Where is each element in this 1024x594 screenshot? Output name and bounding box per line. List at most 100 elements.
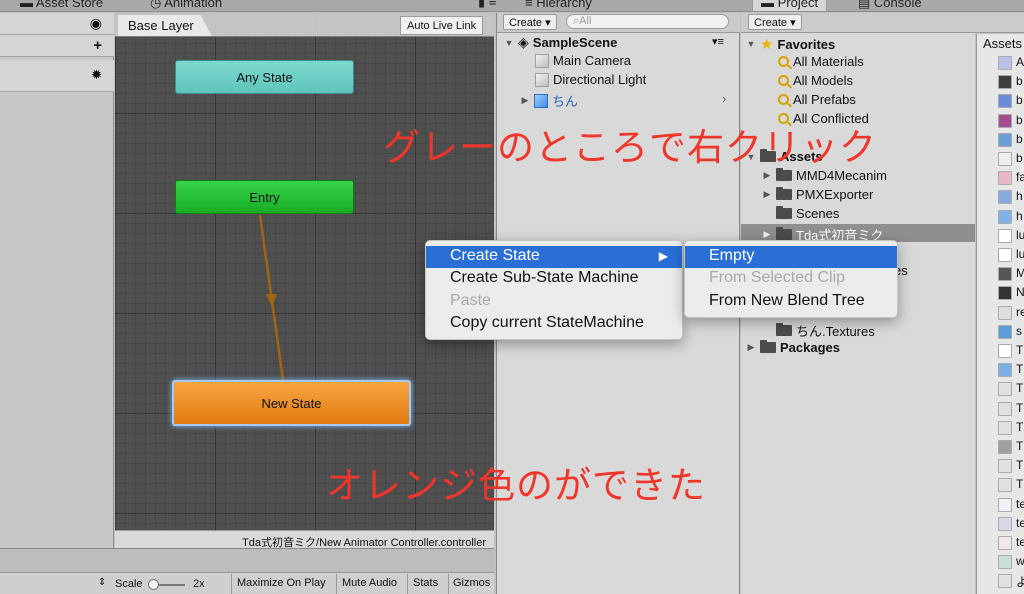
- chevron-right-icon[interactable]: ›: [722, 91, 726, 106]
- menu-copy-state-machine[interactable]: Copy current StateMachine: [426, 313, 682, 335]
- asset-thumbnail-icon[interactable]: [998, 420, 1012, 435]
- packages-label: Packages: [780, 340, 840, 355]
- scene-options-icon[interactable]: ▾≡: [712, 35, 724, 48]
- asset-thumbnail-icon[interactable]: [998, 363, 1012, 378]
- asset-thumbnail-icon[interactable]: [998, 497, 1012, 512]
- menu-create-sub-state-machine[interactable]: Create Sub-State Machine: [426, 268, 682, 290]
- expand-arrow-icon[interactable]: ▶: [762, 189, 772, 200]
- tab-asset-store[interactable]: ▬ Asset Store: [20, 0, 103, 11]
- hierarchy-search-input[interactable]: ⌕All: [566, 14, 729, 29]
- folder-scenes[interactable]: Scenes: [776, 206, 839, 221]
- asset-thumbnail-icon[interactable]: [998, 382, 1012, 397]
- folder-pmxexporter[interactable]: ▶ PMXExporter: [762, 187, 873, 202]
- asset-thumbnail-icon[interactable]: [998, 228, 1012, 243]
- gear-icon[interactable]: ✹: [91, 67, 102, 83]
- asset-thumbnail-icon[interactable]: [998, 516, 1012, 531]
- asset-thumbnail-icon[interactable]: [998, 248, 1012, 262]
- asset-thumbnail-icon[interactable]: [998, 267, 1012, 282]
- stats-button[interactable]: Stats: [407, 574, 447, 594]
- hierarchy-item-main-camera[interactable]: Main Camera: [535, 53, 631, 68]
- favorite-all-materials[interactable]: All Materials: [778, 54, 864, 69]
- gizmos-button[interactable]: Gizmos: [448, 574, 494, 594]
- asset-thumbnail-icon[interactable]: [998, 209, 1012, 224]
- submenu-empty[interactable]: Empty: [685, 246, 897, 268]
- expand-arrow-icon[interactable]: ▶: [746, 342, 756, 353]
- maximize-on-play-button[interactable]: Maximize On Play: [231, 574, 335, 594]
- state-entry[interactable]: Entry: [175, 180, 354, 214]
- submenu-from-selected-clip: From Selected Clip: [709, 269, 846, 286]
- top-tab-strip: ▬ Asset Store ◷ Animation ≡ Hierarchy ▬ …: [0, 0, 1024, 12]
- asset-thumbnail-icon[interactable]: [998, 440, 1012, 454]
- tab-animation[interactable]: ◷ Animation: [150, 0, 222, 11]
- state-any-state[interactable]: Any State: [175, 60, 354, 94]
- favorite-label: All Models: [793, 73, 853, 88]
- gameobject-icon: [535, 53, 549, 68]
- gameobject-icon: [535, 72, 549, 87]
- asset-item-label: fa: [1016, 170, 1024, 185]
- folder-chin-textures[interactable]: ちん.Textures: [776, 321, 875, 340]
- favorites-row[interactable]: ▼ ★ Favorites: [746, 35, 836, 53]
- scale-slider-thumb[interactable]: [148, 579, 159, 590]
- asset-item-label: T: [1016, 477, 1024, 492]
- asset-thumbnail-icon[interactable]: [998, 94, 1012, 109]
- expand-arrow-icon[interactable]: ▶: [520, 95, 530, 106]
- submenu-from-new-blend-tree[interactable]: From New Blend Tree: [685, 291, 897, 313]
- asset-thumbnail-icon[interactable]: [998, 56, 1012, 70]
- menu-paste: Paste: [450, 292, 491, 309]
- hierarchy-item-chin[interactable]: ▶ ちん: [520, 91, 578, 110]
- menu-create-state[interactable]: Create State ▶: [426, 246, 682, 268]
- tab-asset-store-label: Asset Store: [35, 0, 104, 10]
- mute-audio-button[interactable]: Mute Audio: [336, 574, 406, 594]
- asset-thumbnail-icon[interactable]: [998, 113, 1012, 128]
- asset-thumbnail-icon[interactable]: [998, 324, 1012, 339]
- favorite-all-prefabs[interactable]: All Prefabs: [778, 92, 856, 107]
- asset-thumbnail-icon[interactable]: [998, 190, 1012, 205]
- tab-project[interactable]: ▬ Project: [752, 0, 828, 11]
- controller-path-bar: Tda式初音ミク/New Animator Controller.control…: [115, 530, 494, 549]
- asset-thumbnail-icon[interactable]: [998, 555, 1012, 570]
- asset-thumbnail-icon[interactable]: [998, 152, 1012, 166]
- asset-thumbnail-icon[interactable]: [998, 478, 1012, 493]
- menu-item-label: Create State: [450, 247, 540, 264]
- hierarchy-create-button[interactable]: Create ▾: [503, 14, 557, 30]
- search-icon: [778, 56, 789, 67]
- favorite-all-models[interactable]: All Models: [778, 73, 853, 88]
- asset-item-label: b: [1016, 74, 1023, 89]
- tab-project-label: Project: [777, 0, 819, 10]
- tab-console[interactable]: ▤ Console: [858, 0, 922, 11]
- state-new-state[interactable]: New State: [172, 380, 411, 426]
- asset-thumbnail-icon[interactable]: [998, 459, 1012, 474]
- project-create-button[interactable]: Create ▾: [748, 14, 802, 30]
- asset-item-label: b: [1016, 93, 1023, 108]
- updown-icon[interactable]: ⇕: [98, 577, 106, 588]
- transition-arrowhead-icon: [266, 294, 277, 307]
- asset-item-label: T: [1016, 419, 1024, 434]
- expand-arrow-icon[interactable]: ▼: [504, 38, 514, 48]
- hierarchy-item-directional-light[interactable]: Directional Light: [535, 72, 646, 87]
- asset-thumbnail-icon[interactable]: [998, 171, 1012, 186]
- add-icon[interactable]: +: [93, 37, 102, 54]
- asset-thumbnail-icon[interactable]: [998, 305, 1012, 320]
- param-row-add: +: [0, 35, 114, 57]
- scene-row[interactable]: ▼ ◈ SampleScene: [504, 34, 618, 51]
- expand-arrow-icon[interactable]: ▼: [746, 39, 756, 49]
- asset-thumbnail-icon[interactable]: [998, 75, 1012, 90]
- asset-thumbnail-icon[interactable]: [998, 574, 1012, 589]
- asset-thumbnail-icon[interactable]: [998, 132, 1012, 147]
- tab-console-label: Console: [873, 0, 922, 10]
- packages-row[interactable]: ▶ Packages: [746, 340, 840, 355]
- asset-item-label: te: [1016, 496, 1024, 511]
- eye-icon[interactable]: ◉: [90, 15, 102, 32]
- lock-icon[interactable]: ▮ ≡: [478, 0, 496, 10]
- param-row-visibility: ◉: [0, 13, 114, 35]
- expand-arrow-icon[interactable]: ▶: [762, 229, 772, 240]
- expand-arrow-icon[interactable]: ▶: [762, 170, 772, 181]
- tab-hierarchy[interactable]: ≡ Hierarchy: [525, 0, 592, 11]
- asset-thumbnail-icon[interactable]: [998, 286, 1012, 301]
- asset-thumbnail-icon[interactable]: [998, 401, 1012, 416]
- prefab-icon: [534, 93, 548, 108]
- asset-item-label: h: [1016, 208, 1023, 223]
- asset-thumbnail-icon[interactable]: [998, 536, 1012, 550]
- asset-thumbnail-icon[interactable]: [998, 344, 1012, 358]
- scale-value: 2x: [193, 578, 205, 590]
